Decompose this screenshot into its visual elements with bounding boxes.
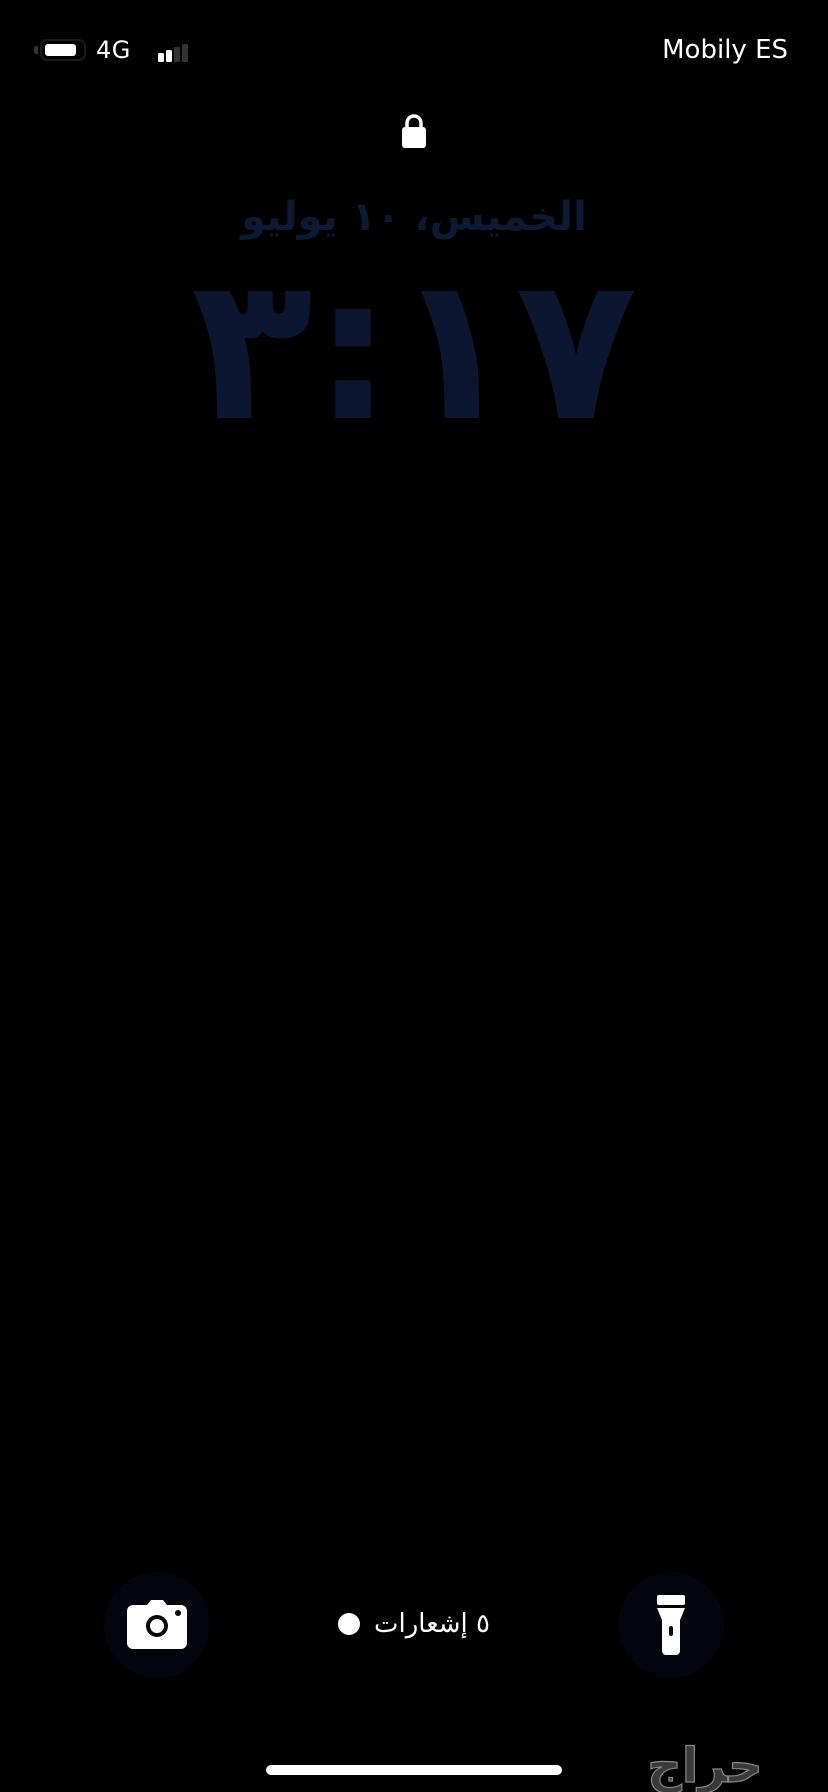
- signal-strength-icon: [158, 44, 188, 62]
- battery-fill: [45, 44, 76, 56]
- status-bar: 4G Mobily ES: [0, 0, 828, 100]
- network-type: 4G: [96, 36, 131, 64]
- notifications-label: ٥ إشعارات: [374, 1609, 490, 1639]
- notifications-dot-icon: [338, 1613, 361, 1635]
- haraj-logo: حراج: [647, 1738, 764, 1792]
- flashlight-icon: [657, 1595, 685, 1655]
- battery-icon: [40, 39, 86, 61]
- signal-bar: [174, 47, 180, 62]
- flashlight-button[interactable]: [618, 1572, 724, 1678]
- carrier-name: Mobily ES: [662, 35, 788, 65]
- lock-screen-clock: ٣:١٧: [190, 233, 638, 466]
- lock-icon: [402, 114, 426, 148]
- home-indicator[interactable]: [266, 1765, 562, 1775]
- signal-bar: [158, 53, 164, 62]
- signal-bar: [182, 44, 188, 62]
- battery-cap: [34, 46, 38, 54]
- signal-bar: [166, 50, 172, 62]
- watermark-text: حراج: [647, 1738, 763, 1792]
